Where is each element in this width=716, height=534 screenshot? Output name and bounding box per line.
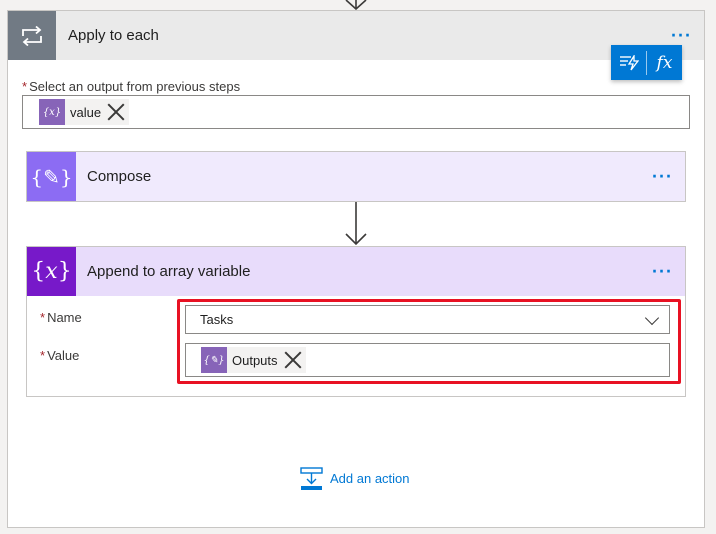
expression-button[interactable]: fx (647, 45, 682, 80)
select-output-label: * Select an output from previous steps (22, 79, 240, 94)
value-field-label: * Value (40, 348, 79, 363)
expression-token-icon: {𝑥} (39, 99, 65, 125)
name-label-text: Name (47, 310, 82, 325)
select-output-label-text: Select an output from previous steps (29, 79, 241, 94)
apply-to-each-title: Apply to each (68, 27, 159, 44)
required-mark: * (22, 79, 28, 94)
compose-title: Compose (87, 168, 152, 185)
remove-token-icon[interactable] (107, 103, 125, 121)
loop-icon (8, 11, 56, 60)
apply-to-each-menu-button[interactable]: ··· (671, 25, 692, 46)
add-action-button[interactable]: Add an action (300, 467, 410, 490)
compose-icon: {✎} (27, 152, 76, 201)
required-mark: * (40, 348, 46, 363)
add-action-icon (300, 467, 323, 490)
append-to-array-header[interactable]: {𝑥} Append to array variable ··· (27, 247, 685, 296)
add-action-label: Add an action (330, 471, 410, 486)
name-field-label: * Name (40, 310, 82, 325)
dynamic-content-icon (619, 54, 639, 70)
append-menu-button[interactable]: ··· (652, 261, 673, 282)
apply-to-each-header[interactable]: Apply to each ··· (8, 11, 704, 60)
value-token[interactable]: {𝑥} value (39, 99, 130, 125)
value-token-label: value (70, 104, 102, 120)
append-to-array-title: Append to array variable (87, 263, 251, 280)
flow-arrow-middle (345, 202, 367, 246)
select-output-input[interactable]: {𝑥} value (22, 95, 690, 129)
required-mark: * (40, 310, 46, 325)
compose-card[interactable]: {✎} Compose ··· (26, 151, 686, 202)
dynamic-content-panel: fx (611, 45, 682, 80)
flow-arrow-top (345, 0, 367, 10)
highlight-box (177, 299, 681, 384)
dynamic-content-button[interactable] (611, 45, 646, 80)
value-label-text: Value (47, 348, 80, 363)
variable-icon: {𝑥} (27, 247, 76, 296)
compose-menu-button[interactable]: ··· (652, 166, 673, 187)
